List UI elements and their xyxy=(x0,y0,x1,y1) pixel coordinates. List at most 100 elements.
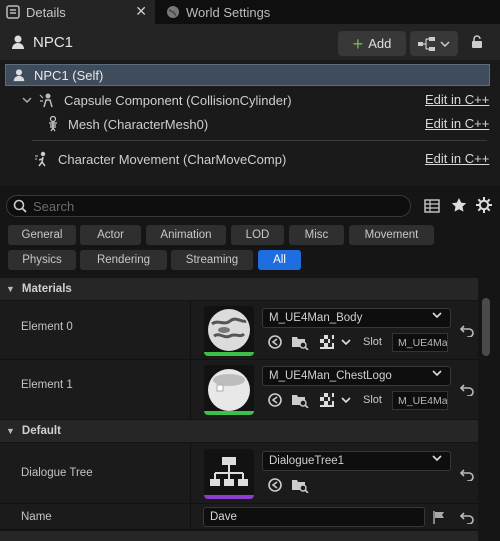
collapse-triangle-icon: ▼ xyxy=(6,426,15,436)
slot-value: M_UE4Man_ChestLogo xyxy=(398,394,448,407)
collapse-triangle-icon: ▼ xyxy=(6,284,15,294)
page-title: NPC1 xyxy=(33,34,74,51)
slot-label: Slot xyxy=(363,394,382,406)
property-row-name: Name Dave xyxy=(0,504,478,530)
material-asset-name: M_UE4Man_ChestLogo xyxy=(269,370,392,382)
filter-actor[interactable]: Actor xyxy=(80,225,141,245)
reset-to-default-icon[interactable] xyxy=(460,467,474,481)
edit-in-cpp-link[interactable]: Edit in C++ xyxy=(425,151,489,166)
tab-details[interactable]: Details ✕ xyxy=(0,0,155,24)
tab-world-settings[interactable]: World Settings xyxy=(158,0,308,24)
component-row-self[interactable]: NPC1 (Self) xyxy=(5,64,490,86)
section-materials-header[interactable]: ▼ Materials xyxy=(0,278,478,300)
component-row-movement[interactable]: Character Movement (CharMoveComp) Edit i… xyxy=(34,148,490,170)
tab-world-settings-label: World Settings xyxy=(186,4,271,20)
details-header: NPC1 + Add xyxy=(0,24,500,60)
name-text-field[interactable]: Dave xyxy=(203,507,425,527)
chevron-down-icon xyxy=(432,370,442,377)
hierarchy-icon xyxy=(418,36,436,51)
actor-icon xyxy=(10,34,26,50)
filter-movement[interactable]: Movement xyxy=(349,225,434,245)
edit-in-cpp-link[interactable]: Edit in C++ xyxy=(425,116,489,131)
chevron-down-icon[interactable] xyxy=(341,339,351,346)
section-default-header[interactable]: ▼ Default xyxy=(0,420,478,442)
component-label: NPC1 (Self) xyxy=(34,67,104,83)
property-label: Element 1 xyxy=(21,379,73,391)
add-component-button[interactable]: + Add xyxy=(338,31,406,56)
property-label: Name xyxy=(21,511,52,523)
section-title: Default xyxy=(21,425,61,437)
components-panel: NPC1 (Self) Capsule Component (Collision… xyxy=(0,60,500,186)
checker-texture-icon[interactable] xyxy=(320,393,334,407)
slot-name-field[interactable]: M_UE4Man_ChestLogo xyxy=(392,391,448,410)
material-asset-name: M_UE4Man_Body xyxy=(269,312,363,324)
component-label: Mesh (CharacterMesh0) xyxy=(68,116,209,132)
column-separator[interactable] xyxy=(190,443,191,504)
reset-to-default-icon[interactable] xyxy=(460,510,474,524)
details-icon xyxy=(6,5,20,19)
chevron-down-icon xyxy=(432,455,442,462)
edit-in-cpp-link[interactable]: Edit in C++ xyxy=(425,92,489,107)
chevron-down-icon xyxy=(440,40,450,47)
slot-name-field[interactable]: M_UE4Man_Body xyxy=(392,333,448,352)
property-row-element-1: Element 1 M_UE4Man_ChestLogo Slot M_UE4M… xyxy=(0,360,478,420)
search-field[interactable] xyxy=(6,195,411,217)
chevron-down-icon[interactable] xyxy=(341,397,351,404)
capsule-icon xyxy=(38,92,56,108)
property-label: Dialogue Tree xyxy=(21,467,93,479)
property-label: Element 0 xyxy=(21,321,73,333)
material-thumbnail[interactable] xyxy=(204,365,254,415)
material-asset-combo[interactable]: M_UE4Man_Body xyxy=(262,308,451,328)
slot-label: Slot xyxy=(363,336,382,348)
actor-icon xyxy=(12,68,26,82)
filter-misc[interactable]: Misc xyxy=(289,225,344,245)
browse-asset-icon[interactable] xyxy=(291,392,309,408)
add-button-label: Add xyxy=(368,36,392,51)
dialogue-tree-combo[interactable]: DialogueTree1 xyxy=(262,451,451,471)
component-label: Character Movement (CharMoveComp) xyxy=(58,151,287,167)
flag-icon[interactable] xyxy=(432,510,446,524)
tab-details-label: Details xyxy=(26,4,66,20)
filter-lod[interactable]: LOD xyxy=(231,225,284,245)
reset-to-default-icon[interactable] xyxy=(460,323,474,337)
checker-texture-icon[interactable] xyxy=(320,335,334,349)
use-selected-asset-icon[interactable] xyxy=(267,477,283,493)
lock-icon[interactable] xyxy=(470,35,484,49)
gear-icon[interactable] xyxy=(476,197,492,213)
filter-streaming[interactable]: Streaming xyxy=(171,250,253,270)
browse-asset-icon[interactable] xyxy=(291,477,309,493)
component-row-capsule[interactable]: Capsule Component (CollisionCylinder) Ed… xyxy=(22,89,490,111)
use-selected-asset-icon[interactable] xyxy=(267,392,283,408)
asset-thumbnail[interactable] xyxy=(204,449,254,499)
component-label: Capsule Component (CollisionCylinder) xyxy=(64,92,292,108)
material-thumbnail[interactable] xyxy=(204,306,254,356)
filter-physics[interactable]: Physics xyxy=(8,250,76,270)
column-separator[interactable] xyxy=(190,504,191,530)
scrollbar[interactable] xyxy=(482,298,490,356)
filter-animation[interactable]: Animation xyxy=(146,225,226,245)
close-icon[interactable]: ✕ xyxy=(135,3,147,20)
search-icon xyxy=(13,199,27,213)
property-row-element-0: Element 0 M_UE4Man_Body Slot M_UE4Man_Bo… xyxy=(0,301,478,360)
column-separator[interactable] xyxy=(190,360,191,420)
filter-rendering[interactable]: Rendering xyxy=(80,250,167,270)
blueprint-options-button[interactable] xyxy=(410,31,458,56)
material-asset-combo[interactable]: M_UE4Man_ChestLogo xyxy=(262,366,451,386)
globe-icon xyxy=(166,5,180,19)
filter-all[interactable]: All xyxy=(258,250,301,270)
component-row-mesh[interactable]: Mesh (CharacterMesh0) Edit in C++ xyxy=(46,113,490,135)
filter-general[interactable]: General xyxy=(8,225,76,245)
table-view-icon[interactable] xyxy=(424,198,440,214)
dialogue-tree-value: DialogueTree1 xyxy=(269,455,345,467)
use-selected-asset-icon[interactable] xyxy=(267,334,283,350)
reset-to-default-icon[interactable] xyxy=(460,382,474,396)
slot-value: M_UE4Man_Body xyxy=(398,336,448,349)
skeleton-icon xyxy=(46,116,60,132)
browse-asset-icon[interactable] xyxy=(291,334,309,350)
chevron-down-icon xyxy=(22,97,32,103)
filter-panel: General Actor Animation LOD Misc Movemen… xyxy=(0,186,500,278)
column-separator[interactable] xyxy=(190,301,191,360)
star-icon[interactable] xyxy=(451,197,467,213)
search-input[interactable] xyxy=(33,198,393,214)
section-next-header[interactable] xyxy=(0,531,478,541)
